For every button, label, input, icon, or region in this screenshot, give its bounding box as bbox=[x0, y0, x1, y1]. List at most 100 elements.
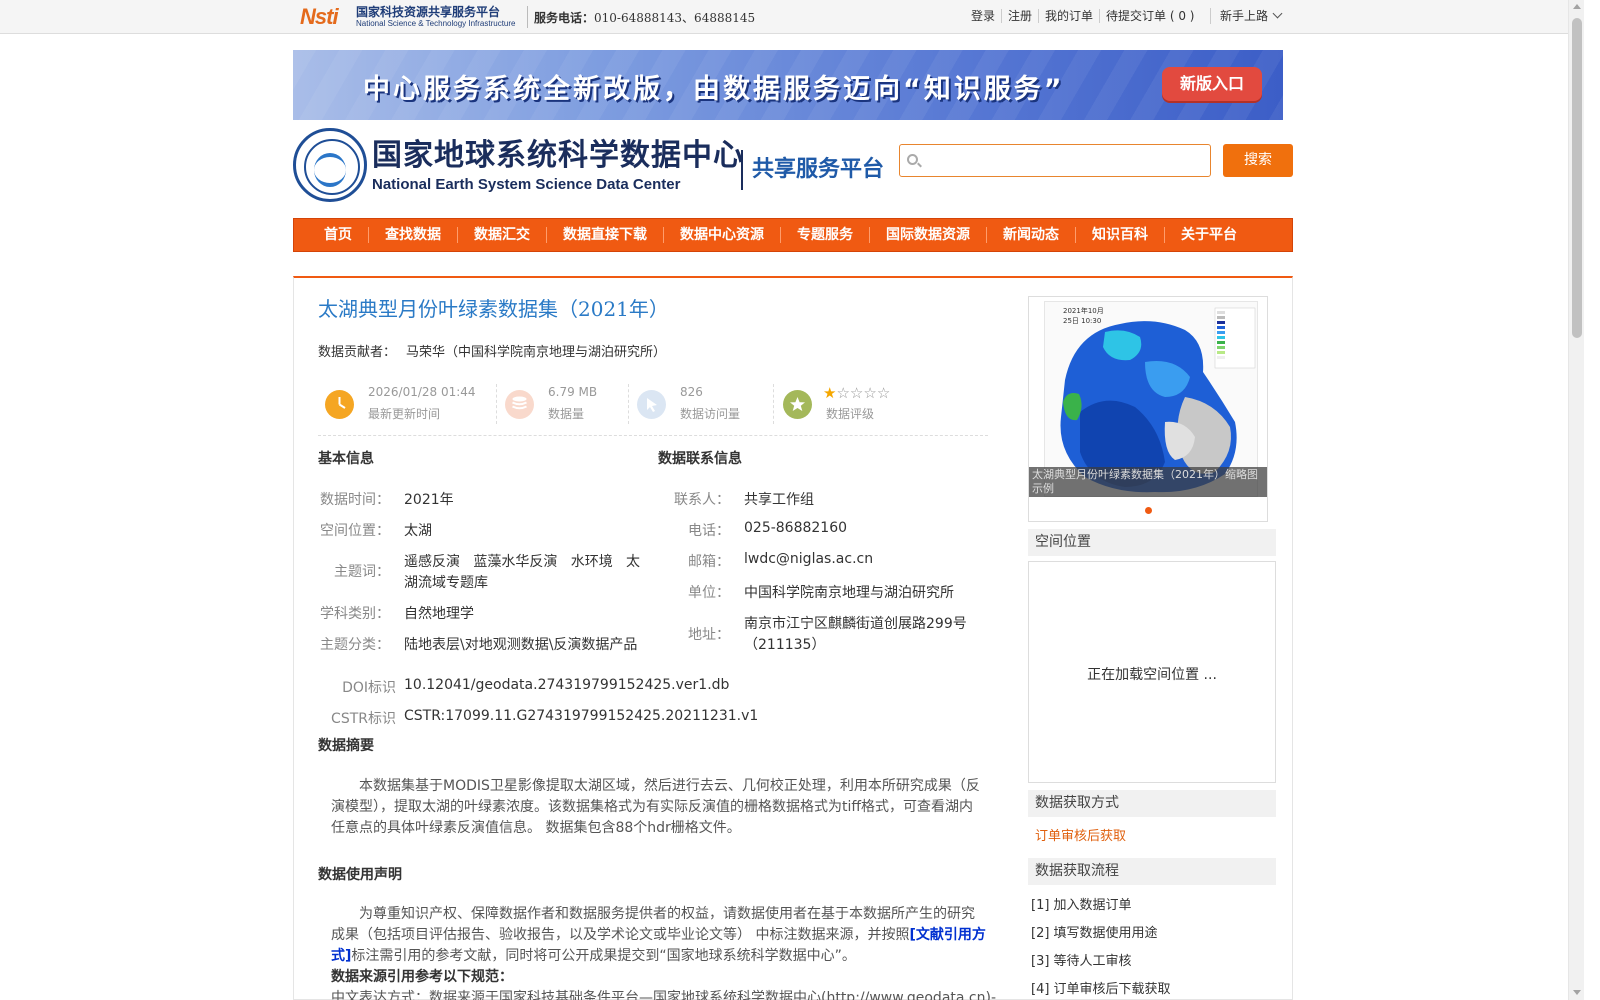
field-label: 联系人： bbox=[674, 492, 730, 508]
announcement-banner[interactable]: 中心服务系统全新改版，由数据服务迈向“知识服务” 新版入口 bbox=[293, 50, 1283, 120]
cursor-icon bbox=[637, 390, 666, 419]
keyword-links[interactable]: 遥感反演 蓝藻水华反演 水环境 太 bbox=[404, 551, 640, 571]
account-links: 登录 注册 我的订单 待提交订单 ( 0 ) bbox=[965, 9, 1201, 23]
database-icon bbox=[505, 390, 534, 419]
field-label: 数据时间： bbox=[320, 492, 390, 508]
field-label: 邮箱： bbox=[688, 554, 730, 570]
nav-data-submission[interactable]: 数据汇交 bbox=[457, 227, 546, 243]
dataset-title: 太湖典型月份叶绿素数据集（2021年） bbox=[318, 297, 669, 321]
citation-format-link[interactable]: 式] bbox=[331, 948, 351, 964]
carousel-dot-active[interactable] bbox=[1145, 507, 1152, 514]
flow-step: [3] 等待人工审核 bbox=[1031, 954, 1132, 969]
field-label: 空间位置： bbox=[320, 523, 390, 539]
nav-news[interactable]: 新闻动态 bbox=[986, 227, 1075, 243]
center-seal-logo[interactable] bbox=[293, 128, 367, 202]
center-name-cn: 国家地球系统科学数据中心 bbox=[372, 138, 744, 173]
discipline-link[interactable]: 自然地理学 bbox=[404, 603, 474, 623]
stat-visits: 826 数据访问量 bbox=[630, 383, 770, 425]
divider bbox=[496, 384, 497, 424]
divider bbox=[741, 150, 743, 190]
usage-heading: 数据使用声明 bbox=[318, 867, 402, 883]
thumbnail-caption: 太湖典型月份叶绿素数据集（2021年）缩略图示例 bbox=[1029, 467, 1267, 497]
nav-about[interactable]: 关于平台 bbox=[1164, 227, 1253, 243]
nav-home[interactable]: 首页 bbox=[308, 227, 368, 243]
contributor: 数据贡献者： 马荣华（中国科学院南京地理与湖泊研究所） bbox=[318, 345, 667, 360]
contact-email: lwdc@niglas.ac.cn bbox=[744, 551, 874, 567]
scrollbar-thumb[interactable] bbox=[1572, 18, 1582, 338]
thumbnail-carousel[interactable]: 2021年10月25日 10:30 太湖典型月份叶绿素数据集（2021年）缩略图… bbox=[1028, 296, 1268, 522]
location-loading-text: 正在加载空间位置 ... bbox=[1087, 667, 1217, 683]
data-time: 2021年 bbox=[404, 492, 454, 508]
scroll-down-arrow[interactable] bbox=[1573, 990, 1581, 995]
divider bbox=[527, 6, 528, 28]
top-bar: Nsti 国家科技资源共享服务平台 National Science & Tec… bbox=[0, 0, 1568, 34]
field-label: 主题词： bbox=[334, 564, 390, 580]
location-heading: 空间位置 bbox=[1028, 529, 1276, 556]
banner-text: 中心服务系统全新改版，由数据服务迈向“知识服务” bbox=[363, 74, 1065, 105]
flow-step: [1] 加入数据订单 bbox=[1031, 898, 1132, 913]
contact-address: 南京市江宁区麒麟街道创展路299号 bbox=[744, 616, 967, 632]
star-empty-icon: ☆ bbox=[849, 384, 864, 402]
nav-knowledge[interactable]: 知识百科 bbox=[1075, 227, 1164, 243]
my-orders-link[interactable]: 我的订单 bbox=[1038, 9, 1099, 23]
field-label: CSTR标识 bbox=[331, 711, 396, 727]
location-map[interactable]: 正在加载空间位置 ... bbox=[1028, 561, 1276, 783]
contact-person: 共享工作组 bbox=[744, 492, 814, 508]
flow-step: [2] 填写数据使用用途 bbox=[1031, 926, 1158, 941]
citation-format-link[interactable]: [文献引用方 bbox=[909, 927, 985, 943]
search-input[interactable] bbox=[926, 149, 1206, 173]
cstr-value: CSTR:17099.11.G274319799152425.20211231.… bbox=[404, 708, 759, 724]
nav-international-resources[interactable]: 国际数据资源 bbox=[869, 227, 986, 243]
stats-bar: 2026/01/28 01:44 最新更新时间 6.79 MB 数据量 826 … bbox=[318, 380, 988, 436]
stat-size: 6.79 MB 数据量 bbox=[498, 383, 628, 425]
star-empty-icon: ☆ bbox=[876, 384, 891, 402]
star-empty-icon: ☆ bbox=[863, 384, 877, 402]
citation-rules-heading: 数据来源引用参考以下规范： bbox=[331, 969, 513, 985]
search-icon bbox=[907, 154, 918, 165]
divider bbox=[1210, 8, 1211, 24]
contact-info-heading: 数据联系信息 bbox=[658, 451, 742, 467]
center-name[interactable]: 国家地球系统科学数据中心 National Earth System Scien… bbox=[372, 138, 744, 193]
nsti-logo-cn: 国家科技资源共享服务平台 bbox=[356, 5, 501, 19]
contact-phone: 025-86882160 bbox=[744, 520, 848, 536]
field-label: 学科类别： bbox=[320, 606, 390, 622]
register-link[interactable]: 注册 bbox=[1001, 9, 1038, 23]
nav-direct-download[interactable]: 数据直接下载 bbox=[546, 227, 663, 243]
new-version-button[interactable]: 新版入口 bbox=[1162, 67, 1262, 101]
star-filled-icon: ★ bbox=[823, 384, 837, 402]
chevron-down-icon bbox=[1272, 8, 1283, 19]
page-scrollbar[interactable] bbox=[1568, 0, 1584, 1000]
contact-address-postcode: （211135） bbox=[744, 637, 826, 653]
abstract-heading: 数据摘要 bbox=[318, 738, 374, 754]
basic-info-heading: 基本信息 bbox=[318, 451, 374, 467]
nav-topic-services[interactable]: 专题服务 bbox=[780, 227, 869, 243]
category-link[interactable]: 陆地表层\对地观测数据\反演数据产品 bbox=[404, 634, 637, 654]
abstract-text: 本数据集基于MODIS卫星影像提取太湖区域，然后进行去云、几何校正处理，利用本所… bbox=[331, 778, 980, 836]
beginner-guide-menu[interactable]: 新手上路 bbox=[1220, 7, 1283, 24]
field-label: 地址： bbox=[688, 627, 730, 643]
center-name-en: National Earth System Science Data Cente… bbox=[372, 176, 681, 193]
keyword-link[interactable]: 湖流域专题库 bbox=[404, 572, 488, 592]
field-label: 电话： bbox=[688, 523, 730, 539]
star-badge-icon bbox=[783, 390, 812, 419]
access-method-link[interactable]: 订单审核后获取 bbox=[1035, 825, 1126, 844]
access-method-heading: 数据获取方式 bbox=[1028, 790, 1276, 817]
nsti-logo-en: National Science & Technology Infrastruc… bbox=[356, 19, 516, 28]
search-button[interactable]: 搜索 bbox=[1223, 144, 1293, 177]
spatial-location-link[interactable]: 太湖 bbox=[404, 520, 432, 540]
nav-find-data[interactable]: 查找数据 bbox=[368, 227, 457, 243]
search-box bbox=[899, 144, 1211, 177]
star-empty-icon: ☆ bbox=[836, 384, 850, 402]
login-link[interactable]: 登录 bbox=[965, 9, 1001, 23]
main-nav: 首页 查找数据 数据汇交 数据直接下载 数据中心资源 专题服务 国际数据资源 新… bbox=[293, 218, 1293, 252]
pending-orders-link[interactable]: 待提交订单 ( 0 ) bbox=[1099, 9, 1200, 23]
scroll-up-arrow[interactable] bbox=[1573, 4, 1581, 9]
nsti-logo[interactable]: Nsti 国家科技资源共享服务平台 National Science & Tec… bbox=[300, 3, 522, 31]
divider bbox=[773, 384, 774, 424]
flow-step: [4] 订单审核后下载获取 bbox=[1031, 982, 1171, 997]
access-flow-heading: 数据获取流程 bbox=[1028, 858, 1276, 885]
stat-updated: 2026/01/28 01:44 最新更新时间 bbox=[318, 383, 488, 425]
clock-icon bbox=[325, 390, 354, 419]
nav-center-resources[interactable]: 数据中心资源 bbox=[663, 227, 780, 243]
field-label: 主题分类： bbox=[320, 637, 390, 653]
